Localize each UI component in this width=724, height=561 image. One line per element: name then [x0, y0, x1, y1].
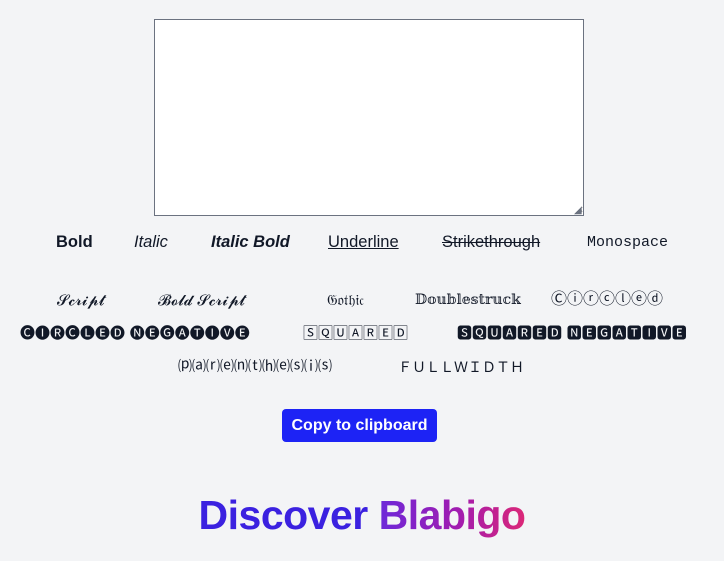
- style-option-monospace[interactable]: Monospace: [587, 233, 668, 253]
- copy-to-clipboard-button[interactable]: Copy to clipboard: [282, 409, 437, 442]
- text-input-area[interactable]: [154, 19, 584, 216]
- style-option-italic-bold[interactable]: Italic Bold: [211, 232, 290, 252]
- style-option-italic[interactable]: Italic: [134, 232, 168, 252]
- style-option-circled-negative[interactable]: 🅒🅘🅡🅒🅛🅔🅓 🅝🅔🅖🅐🅣🅘🅥🅔: [20, 323, 250, 343]
- brand-promo[interactable]: Discover Blabigo: [0, 490, 724, 540]
- style-option-strikethrough[interactable]: Strikethrough: [442, 232, 540, 252]
- style-option-fullwidth[interactable]: ＦＵＬＬＷＩＤＴＨ: [398, 358, 524, 378]
- brand-word-discover: Discover: [198, 492, 369, 538]
- style-option-doublestruck[interactable]: 𝔻𝕠𝕦𝕓𝕝𝕖𝕤𝕥𝕣𝕦𝕔𝕜: [415, 290, 521, 310]
- style-option-circled[interactable]: Ⓒⓘⓡⓒⓛⓔⓓ: [551, 289, 663, 309]
- style-option-underline[interactable]: Underline: [328, 232, 399, 252]
- style-option-bold-script[interactable]: 𝓑𝓸𝓵𝓭 𝓢𝓬𝓻𝓲𝓹𝓽: [158, 290, 245, 310]
- style-option-squared-negative[interactable]: 🆂🆀🆄🅰🆁🅴🅳 🅽🅴🅶🅰🆃🅸🆅🅴: [457, 323, 687, 343]
- style-option-script[interactable]: 𝓢𝓬𝓻𝓲𝓹𝓽: [57, 290, 105, 310]
- style-option-gothic[interactable]: 𝔊𝔬𝔱𝔥𝔦𝔠: [327, 290, 364, 310]
- brand-word-blabigo: Blabigo: [378, 492, 526, 538]
- style-option-squared[interactable]: 🅂🅀🅄🄰🅁🄴🄳: [303, 323, 408, 343]
- style-option-parenthesis[interactable]: ⒫⒜⒭⒠⒩⒯⒣⒠⒮⒤⒮: [178, 357, 332, 377]
- style-option-bold[interactable]: Bold: [56, 232, 93, 252]
